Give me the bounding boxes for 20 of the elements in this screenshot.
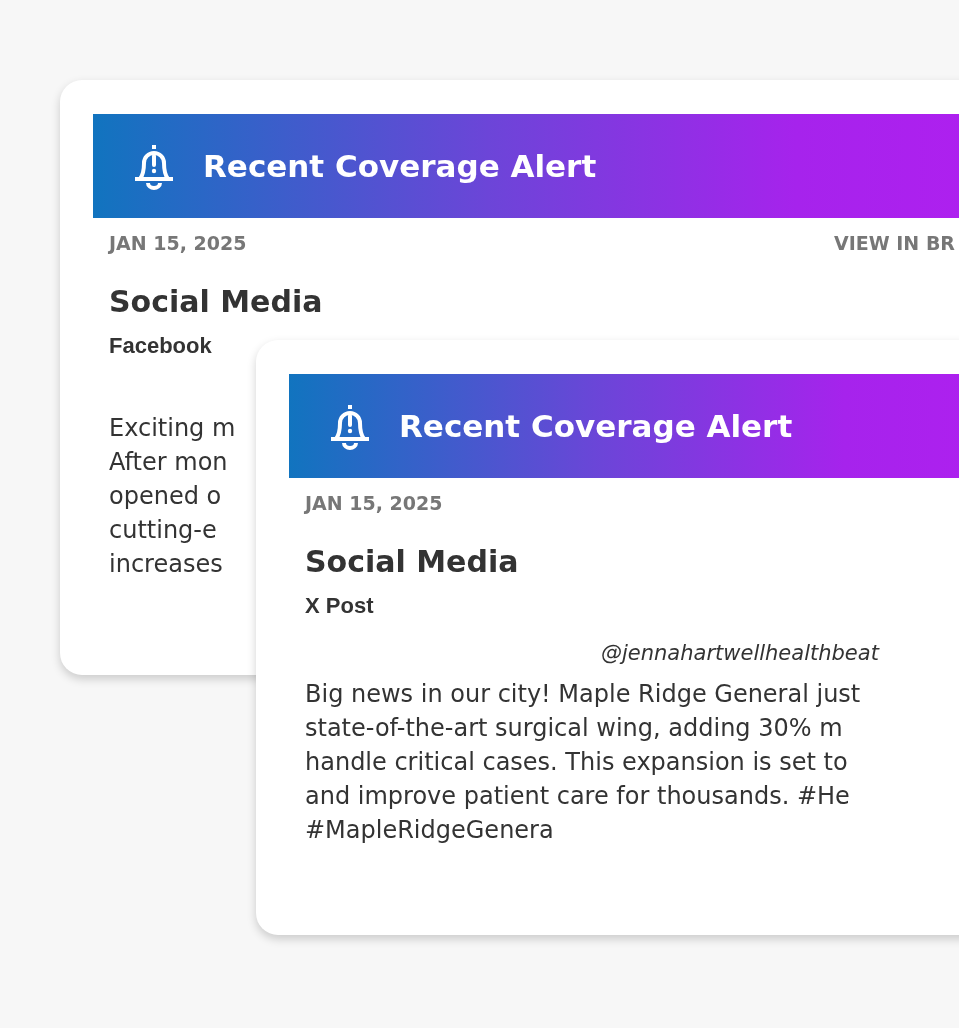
post-text-line: opened o <box>109 481 222 512</box>
post-text-line: and improve patient care for thousands. #He <box>305 781 850 812</box>
date-label: JAN 15, 2025 <box>305 492 443 514</box>
view-link[interactable]: VIEW IN BR <box>833 232 955 254</box>
category-title: Social Media <box>109 284 324 319</box>
category-title: Social Media <box>305 544 520 579</box>
post-text-line: handle critical cases. This expansion is set to <box>305 747 848 778</box>
header-title: Recent Coverage Alert <box>203 148 597 184</box>
post-text-line: After mon <box>109 447 228 478</box>
platform-label: X Post <box>305 593 375 619</box>
post-text-line: Big news in our city! Maple Ridge General just <box>305 679 861 710</box>
post-text-line: #MapleRidgeGenera <box>305 815 554 846</box>
post-text-line: Exciting m <box>109 413 236 444</box>
post-text-line: state-of-the-art surgical wing, adding 30% m <box>305 713 843 744</box>
platform-label: Facebook <box>109 333 213 359</box>
date-label: JAN 15, 2025 <box>109 232 247 254</box>
post-text-line: increases <box>109 549 223 580</box>
post-text-line: cutting-e <box>109 515 217 546</box>
author-handle: @jennahartwellhealthbeat <box>601 641 881 665</box>
header-title: Recent Coverage Alert <box>399 408 793 444</box>
